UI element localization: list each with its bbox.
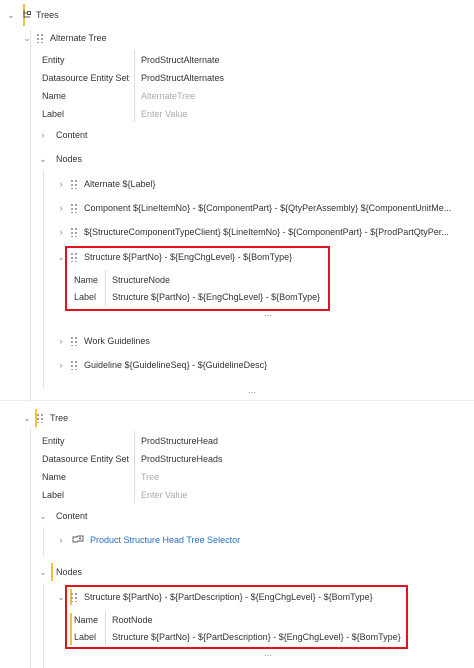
chevron-right-icon[interactable]: › (38, 130, 48, 140)
property-divider (134, 50, 135, 122)
drag-handle-icon[interactable] (70, 592, 78, 602)
node-row[interactable]: › Alternate ${Label} (56, 175, 156, 193)
chevron-right-icon[interactable]: › (56, 227, 66, 237)
prop-key-label: Label (42, 109, 65, 119)
content-label: Content (56, 130, 88, 140)
node-label: Alternate ${Label} (84, 179, 156, 189)
node-prop-key-name: Name (74, 275, 99, 285)
nodes-group-row[interactable]: ⌄ Nodes (38, 150, 82, 168)
tree-guide-line (30, 428, 31, 668)
tree-title: Tree (50, 413, 69, 423)
nodes-label: Nodes (56, 567, 83, 577)
node-prop-value-name[interactable]: StructureNode (112, 275, 170, 285)
chevron-right-icon[interactable]: › (56, 203, 66, 213)
chevron-down-icon[interactable]: ⌄ (56, 252, 66, 263)
prop-value-label[interactable]: Enter Value (141, 109, 187, 119)
prop-value-label[interactable]: Enter Value (141, 490, 187, 500)
prop-key-label: Label (42, 490, 65, 500)
prop-key-entity: Entity (42, 436, 65, 446)
drag-handle-icon[interactable] (70, 360, 78, 370)
structure-node-title: Structure ${PartNo} - ${EngChgLevel} - $… (84, 252, 293, 262)
selector-row[interactable]: › Product Structure Head Tree Selector (56, 531, 241, 549)
active-indicator (70, 613, 72, 645)
node-prop-value-label[interactable]: Structure ${PartNo} - ${PartDescription}… (112, 632, 401, 642)
node-label: Work Guidelines (84, 336, 150, 346)
node-row[interactable]: › ${StructureComponentTypeClient} ${Line… (56, 223, 449, 241)
tree-guide-line (30, 30, 31, 402)
prop-key-name: Name (42, 472, 67, 482)
node-prop-key-name: Name (74, 615, 99, 625)
node-row[interactable]: › Guideline ${GuidelineSeq} - ${Guidelin… (56, 356, 267, 374)
node-label: Guideline ${GuidelineSeq} - ${GuidelineD… (84, 360, 268, 370)
node-prop-key-label: Label (74, 292, 97, 302)
section-divider (0, 400, 474, 401)
chevron-right-icon[interactable]: › (56, 360, 66, 370)
tree-row[interactable]: ⌄ Tree (22, 409, 68, 427)
alternate-tree-title: Alternate Tree (50, 33, 107, 43)
chevron-down-icon[interactable]: ⌄ (6, 10, 16, 21)
node-prop-key-label: Label (74, 632, 97, 642)
prop-key-entity: Entity (42, 55, 65, 65)
prop-value-name[interactable]: AlternateTree (141, 91, 195, 101)
nodes-group-row[interactable]: ⌄ Nodes (38, 563, 82, 581)
nodes-guide-line (43, 170, 44, 388)
drag-handle-icon[interactable] (70, 227, 78, 237)
prop-value-entity[interactable]: ProdStructureHead (141, 436, 218, 446)
content-group-row[interactable]: › Content (38, 126, 88, 144)
chevron-down-icon[interactable]: ⌄ (22, 413, 32, 424)
drag-handle-icon[interactable] (70, 179, 78, 189)
content-group-row[interactable]: ⌄ Content (38, 507, 88, 525)
structure-node-row[interactable]: ⌄ Structure ${PartNo} - ${EngChgLevel} -… (56, 248, 292, 266)
chevron-down-icon[interactable]: ⌄ (22, 33, 32, 44)
prop-key-datasource: Datasource Entity Set (42, 454, 130, 464)
more-ellipsis[interactable]: ... (248, 385, 256, 395)
more-ellipsis[interactable]: ... (264, 648, 272, 658)
root-node-title: Structure ${PartNo} - ${PartDescription}… (84, 592, 373, 602)
content-label: Content (56, 511, 88, 521)
prop-value-datasource[interactable]: ProdStructureHeads (141, 454, 223, 464)
drag-handle-icon[interactable] (36, 33, 44, 43)
node-row[interactable]: › Component ${LineItemNo} - ${ComponentP… (56, 199, 451, 217)
chevron-right-icon[interactable]: › (56, 179, 66, 189)
node-row[interactable]: › Work Guidelines (56, 332, 150, 350)
drag-handle-icon[interactable] (36, 413, 44, 423)
nodes-label: Nodes (56, 154, 83, 164)
prop-key-name: Name (42, 91, 67, 101)
prop-value-entity[interactable]: ProdStructAlternate (141, 55, 220, 65)
selector-link[interactable]: Product Structure Head Tree Selector (90, 535, 240, 545)
prop-value-datasource[interactable]: ProdStructAlternates (141, 73, 224, 83)
chevron-right-icon[interactable]: › (56, 535, 66, 545)
drag-handle-icon[interactable] (70, 203, 78, 213)
trees-title: Trees (36, 10, 59, 20)
node-prop-value-label[interactable]: Structure ${PartNo} - ${EngChgLevel} - $… (112, 292, 320, 302)
prop-key-datasource: Datasource Entity Set (42, 73, 130, 83)
prop-value-name[interactable]: Tree (141, 472, 159, 482)
nodes-guide-line (43, 583, 44, 668)
property-divider (134, 431, 135, 503)
chevron-down-icon[interactable]: ⌄ (38, 154, 48, 165)
drag-handle-icon[interactable] (70, 252, 78, 262)
content-guide-line (43, 527, 44, 557)
chevron-right-icon[interactable]: › (56, 336, 66, 346)
root-node-row[interactable]: ⌄ Structure ${PartNo} - ${PartDescriptio… (56, 588, 373, 606)
node-label: ${StructureComponentTypeClient} ${LineIt… (84, 227, 449, 237)
drag-handle-icon[interactable] (70, 336, 78, 346)
chevron-down-icon[interactable]: ⌄ (38, 567, 48, 578)
property-divider (105, 611, 106, 645)
more-ellipsis[interactable]: ... (264, 308, 272, 318)
node-label: Component ${LineItemNo} - ${ComponentPar… (84, 203, 452, 213)
tree-icon (22, 9, 32, 21)
selector-icon (72, 535, 84, 546)
node-prop-value-name[interactable]: RootNode (112, 615, 153, 625)
alternate-tree-row[interactable]: ⌄ Alternate Tree (22, 29, 107, 47)
property-divider (105, 270, 106, 306)
chevron-down-icon[interactable]: ⌄ (56, 592, 66, 603)
trees-root-row[interactable]: ⌄ Trees (6, 6, 59, 24)
chevron-down-icon[interactable]: ⌄ (38, 511, 48, 522)
